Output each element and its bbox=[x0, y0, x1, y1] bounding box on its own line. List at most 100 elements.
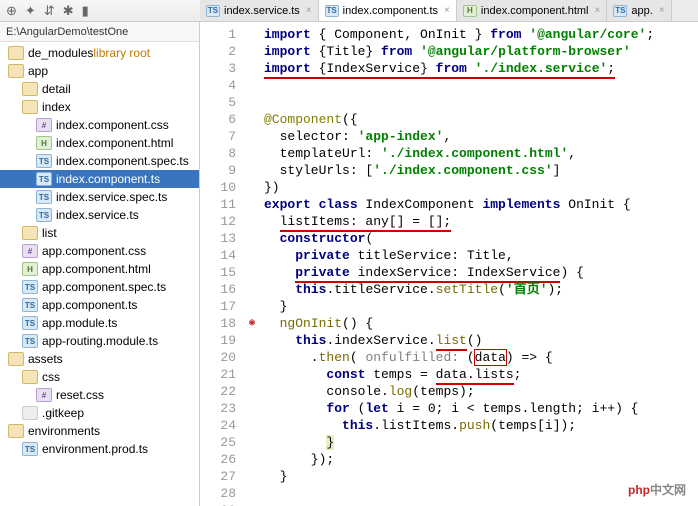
sidebar-toolbar: ⊕ ✦ ⇵ ✱ ▮ bbox=[0, 0, 200, 22]
tree-item-label: index.service.ts bbox=[56, 208, 139, 222]
close-icon[interactable]: × bbox=[306, 5, 312, 16]
tree-item[interactable]: #reset.css bbox=[0, 386, 199, 404]
folder-icon bbox=[8, 424, 24, 438]
tree-item[interactable]: TSapp.component.ts bbox=[0, 296, 199, 314]
html-icon: H bbox=[36, 136, 52, 150]
tree-item-label: index.component.css bbox=[56, 118, 169, 132]
file-icon: H bbox=[463, 5, 477, 17]
code-line[interactable]: .then( onfulfilled: (data) => { bbox=[264, 349, 698, 366]
code-line[interactable]: listItems: any[] = []; bbox=[264, 213, 698, 230]
code-line[interactable]: this.titleService.setTitle('首页'); bbox=[264, 281, 698, 298]
code-line[interactable]: }); bbox=[264, 451, 698, 468]
code-line[interactable]: export class IndexComponent implements O… bbox=[264, 196, 698, 213]
editor-tab[interactable]: TSapp.× bbox=[607, 0, 671, 21]
code-line[interactable]: styleUrls: ['./index.component.css'] bbox=[264, 162, 698, 179]
file-icon: TS bbox=[206, 5, 220, 17]
tree-item[interactable]: TS environment.prod.ts bbox=[0, 440, 199, 458]
editor-tab[interactable]: TS index.component.ts × bbox=[319, 0, 457, 21]
editor-tabs: TSindex.service.ts×TSindex.component.ts×… bbox=[200, 0, 698, 22]
code-line[interactable]: @Component({ bbox=[264, 111, 698, 128]
tree-item[interactable]: #app.component.css bbox=[0, 242, 199, 260]
tree-item-label: css bbox=[42, 370, 60, 384]
code-area[interactable]: import { Component, OnInit } from '@angu… bbox=[260, 22, 698, 506]
tree-item[interactable]: TSindex.service.ts bbox=[0, 206, 199, 224]
file-icon: TS bbox=[325, 5, 339, 17]
tab-label: index.component.ts bbox=[343, 5, 438, 17]
tree-item-label: index bbox=[42, 100, 71, 114]
tree-item-label: index.component.spec.ts bbox=[56, 154, 189, 168]
tree-item[interactable]: environments bbox=[0, 422, 199, 440]
editor-tab[interactable]: TSindex.service.ts× bbox=[200, 0, 319, 21]
tree-item[interactable]: css bbox=[0, 368, 199, 386]
code-line[interactable]: this.indexService.list() bbox=[264, 332, 698, 349]
tree-item-label: reset.css bbox=[56, 388, 104, 402]
tree-item-label: app-routing.module.ts bbox=[42, 334, 158, 348]
tree-item[interactable]: TSindex.component.ts bbox=[0, 170, 199, 188]
toolbar-icon[interactable]: ⊕ bbox=[6, 3, 17, 19]
toolbar-icon[interactable]: ✱ bbox=[63, 3, 74, 19]
code-line[interactable]: for (let i = 0; i < temps.length; i++) { bbox=[264, 400, 698, 417]
close-icon[interactable]: × bbox=[659, 5, 665, 16]
folder-icon bbox=[8, 352, 24, 366]
ts-icon: TS bbox=[22, 442, 38, 456]
code-line[interactable]: selector: 'app-index', bbox=[264, 128, 698, 145]
tree-item[interactable]: app bbox=[0, 62, 199, 80]
folder-icon bbox=[8, 64, 24, 78]
tree-item-label: environments bbox=[28, 424, 100, 438]
toolbar-icon[interactable]: ⇵ bbox=[44, 3, 55, 19]
code-line[interactable]: constructor( bbox=[264, 230, 698, 247]
tree-item[interactable]: list bbox=[0, 224, 199, 242]
code-line[interactable] bbox=[264, 94, 698, 111]
code-editor[interactable]: 1234567891011121314151617181920212223242… bbox=[200, 22, 698, 506]
code-line[interactable] bbox=[264, 502, 698, 506]
code-line[interactable]: private indexService: IndexService) { bbox=[264, 264, 698, 281]
close-icon[interactable]: × bbox=[595, 5, 601, 16]
tab-label: app. bbox=[631, 5, 652, 17]
code-line[interactable]: } bbox=[264, 434, 698, 451]
code-line[interactable]: import {IndexService} from './index.serv… bbox=[264, 60, 698, 77]
code-line[interactable]: this.listItems.push(temps[i]); bbox=[264, 417, 698, 434]
code-line[interactable] bbox=[264, 77, 698, 94]
tree-item[interactable]: TS index.component.spec.ts bbox=[0, 152, 199, 170]
tree-item[interactable]: Hindex.component.html bbox=[0, 134, 199, 152]
tree-item[interactable]: TSapp.component.spec.ts bbox=[0, 278, 199, 296]
tree-item-label: environment.prod.ts bbox=[42, 442, 148, 456]
generic-icon bbox=[22, 406, 38, 420]
ts-icon: TS bbox=[36, 190, 52, 204]
ts-icon: TS bbox=[22, 280, 38, 294]
ts-icon: TS bbox=[22, 334, 38, 348]
breadcrumb[interactable]: E:\AngularDemo\testOne bbox=[0, 22, 199, 42]
tree-item[interactable]: #index.component.css bbox=[0, 116, 199, 134]
tree-item[interactable]: TSapp.module.ts bbox=[0, 314, 199, 332]
tree-item[interactable]: TS app-routing.module.ts bbox=[0, 332, 199, 350]
tree-item[interactable]: assets bbox=[0, 350, 199, 368]
code-line[interactable]: templateUrl: './index.component.html', bbox=[264, 145, 698, 162]
tree-item-label: index.component.html bbox=[56, 136, 173, 150]
code-line[interactable]: const temps = data.lists; bbox=[264, 366, 698, 383]
tree-item[interactable]: TSindex.service.spec.ts bbox=[0, 188, 199, 206]
code-line[interactable]: } bbox=[264, 298, 698, 315]
code-line[interactable]: private titleService: Title, bbox=[264, 247, 698, 264]
tree-item-label: app.component.ts bbox=[42, 298, 137, 312]
tree-item[interactable]: .gitkeep bbox=[0, 404, 199, 422]
lib-root-label: library root bbox=[93, 46, 150, 60]
ts-icon: TS bbox=[36, 154, 52, 168]
code-line[interactable]: import {Title} from '@angular/platform-b… bbox=[264, 43, 698, 60]
code-line[interactable]: }) bbox=[264, 179, 698, 196]
gutter-marks: ◉ bbox=[244, 22, 260, 506]
toolbar-icon[interactable]: ✦ bbox=[25, 3, 36, 19]
code-line[interactable]: console.log(temps); bbox=[264, 383, 698, 400]
folder-icon bbox=[8, 46, 24, 60]
toolbar-icon[interactable]: ▮ bbox=[82, 3, 89, 19]
tree-item[interactable]: Happ.component.html bbox=[0, 260, 199, 278]
close-icon[interactable]: × bbox=[444, 5, 450, 16]
tree-item[interactable]: detail bbox=[0, 80, 199, 98]
tree-item[interactable]: index bbox=[0, 98, 199, 116]
code-line[interactable]: ngOnInit() { bbox=[264, 315, 698, 332]
tree-item[interactable]: de_modules library root bbox=[0, 44, 199, 62]
folder-icon bbox=[22, 82, 38, 96]
project-sidebar: E:\AngularDemo\testOne de_modules librar… bbox=[0, 22, 200, 506]
code-line[interactable]: import { Component, OnInit } from '@angu… bbox=[264, 26, 698, 43]
editor-tab[interactable]: Hindex.component.html× bbox=[457, 0, 607, 21]
folder-icon bbox=[22, 370, 38, 384]
